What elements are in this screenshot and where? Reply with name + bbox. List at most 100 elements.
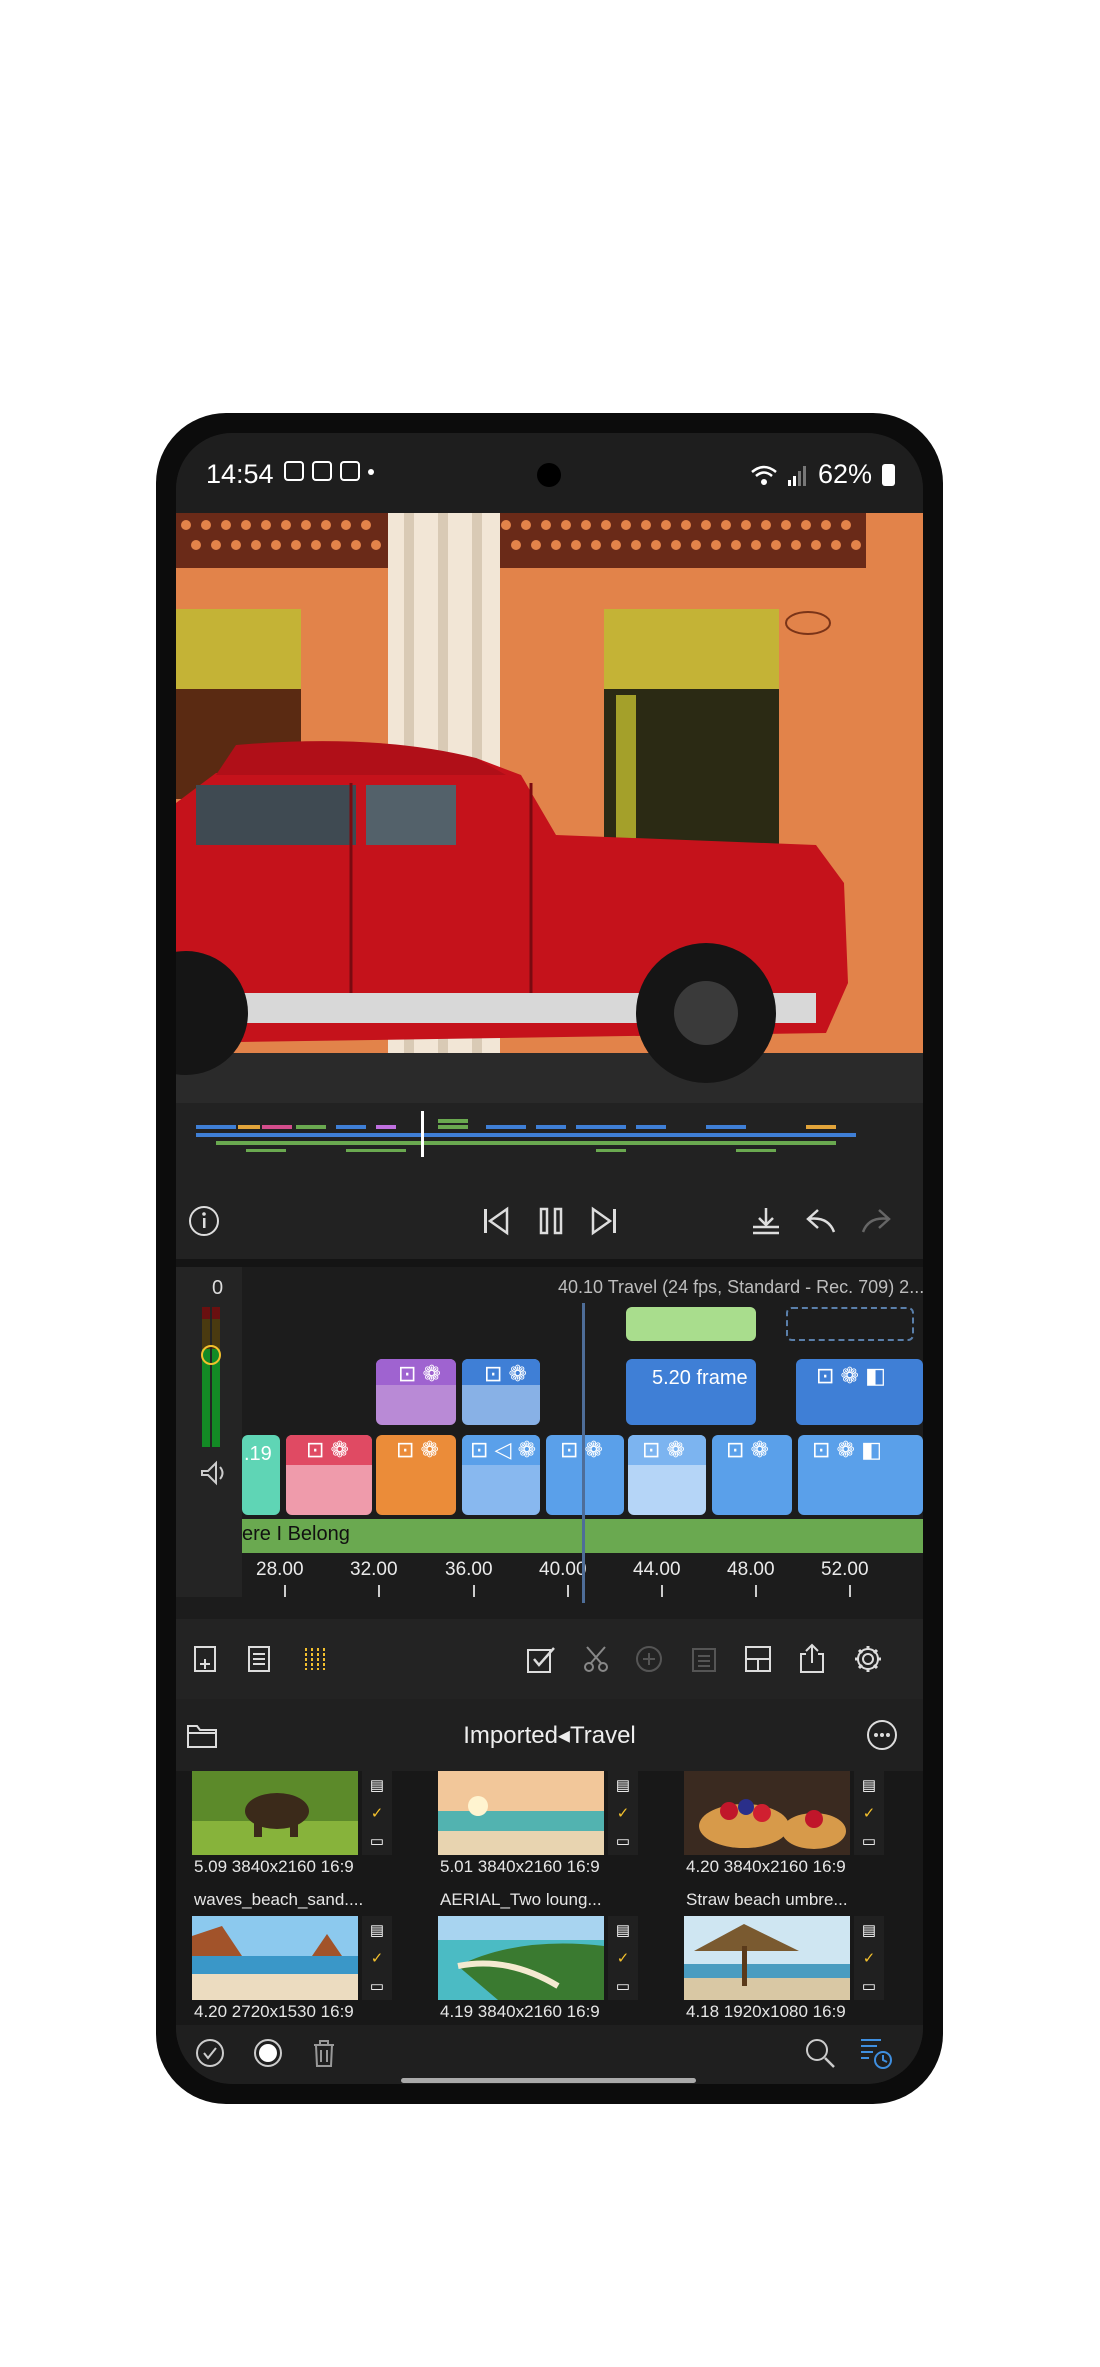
undo-icon[interactable]	[801, 1201, 841, 1241]
clip-meta: 4.20 2720x1530 16:9	[194, 2002, 354, 2021]
select-mode-icon[interactable]	[190, 2033, 230, 2073]
title-clip-top[interactable]	[626, 1307, 756, 1341]
timeline-view-icon[interactable]	[296, 1639, 336, 1679]
trash-icon[interactable]	[304, 2033, 344, 2073]
clip-thumbnail	[684, 1916, 850, 2000]
clip-badges: ▤ ✓ ▭	[854, 1916, 884, 2000]
wifi-icon	[751, 465, 777, 485]
status-time: 14:54	[206, 459, 274, 489]
settings-icon[interactable]	[848, 1639, 888, 1679]
paste-icon[interactable]	[684, 1639, 724, 1679]
connected-clip-blue[interactable]: ⊡ ❁	[462, 1359, 540, 1425]
skip-back-icon[interactable]	[476, 1201, 516, 1241]
timeline[interactable]: 0 40.10 Travel (24 fps, Standard - Rec. …	[176, 1267, 923, 1619]
edit-toolbar	[176, 1619, 923, 1699]
ruler-label: 40.00	[539, 1559, 587, 1580]
select-icon[interactable]	[521, 1639, 561, 1679]
clip-meta: 4.20 3840x2160 16:9	[686, 1857, 846, 1876]
media-clip[interactable]: ▤ ✓ ▭ 4.20 3840x2160 16:9	[684, 1771, 884, 1886]
primary-clip-teal[interactable]: .19	[242, 1435, 280, 1515]
media-clip[interactable]: AERIAL_Two loung... ▤ ✓ ▭ 4.19 3840x2160 1…	[438, 1890, 638, 2031]
film-icon: ▤	[369, 1777, 385, 1794]
clip-thumbnail	[684, 1771, 850, 1855]
primary-clip-blue-5[interactable]: ⊡ ❁ ◧	[798, 1435, 923, 1515]
connected-clip-purple[interactable]: ⊡ ❁	[376, 1359, 456, 1425]
clip-meta: 5.09 3840x2160 16:9	[194, 1857, 354, 1876]
ruler-label: 32.00	[350, 1559, 398, 1580]
gallery-icon	[284, 461, 304, 481]
ruler-tick	[378, 1585, 380, 1597]
effect-icon: ⊡ ❁	[642, 1437, 685, 1462]
primary-clip-blue-3[interactable]: ⊡ ❁	[628, 1435, 706, 1515]
effect-icon: ⊡ ◁ ❁	[470, 1437, 537, 1462]
title-clip[interactable]: 5.20 frame	[626, 1359, 756, 1425]
clip-badges: ▤ ✓ ▭	[362, 1916, 392, 2000]
notification-icons	[284, 461, 374, 481]
ruler-label: 48.00	[727, 1559, 775, 1580]
clip-name: waves_beach_sand....	[194, 1890, 364, 1909]
clip-meta: 4.19 3840x2160 16:9	[440, 2002, 600, 2021]
inspector-icon[interactable]	[186, 1639, 226, 1679]
search-icon[interactable]	[800, 2033, 840, 2073]
playhead[interactable]	[582, 1303, 585, 1603]
media-clip[interactable]: Straw beach umbre... ▤ ✓ ▭ 4.18 1920x1080 …	[684, 1890, 884, 2031]
screen: 14:54 62% 0 40.10 Travel (24 fps, Standa…	[176, 433, 923, 2084]
status-bar: 14:54 62%	[176, 433, 923, 513]
record-icon[interactable]	[248, 2033, 288, 2073]
primary-clip-blue-2[interactable]: ⊡ ❁	[546, 1435, 624, 1515]
list-view-icon[interactable]	[240, 1639, 280, 1679]
ruler-label: 52.00	[821, 1559, 869, 1580]
primary-clip-blue-4[interactable]: ⊡ ❁	[712, 1435, 792, 1515]
clip-thumbnail	[192, 1916, 358, 2000]
effect-icon: ⊡ ❁	[398, 1361, 441, 1386]
used-check-icon: ✓	[616, 1805, 630, 1822]
export-frame-icon[interactable]	[746, 1201, 786, 1241]
share-icon[interactable]	[792, 1639, 832, 1679]
ruler-label: 28.00	[256, 1559, 304, 1580]
battery-percent: 62%	[817, 459, 872, 489]
redo-icon[interactable]	[856, 1201, 896, 1241]
scissors-icon[interactable]	[576, 1639, 616, 1679]
media-clip[interactable]: ▤ ✓ ▭ 5.09 3840x2160 16:9	[192, 1771, 392, 1886]
ruler-tick	[849, 1585, 851, 1597]
timeline-overview[interactable]	[176, 1103, 923, 1181]
ruler-label: 36.00	[445, 1559, 493, 1580]
storage-icon: ▭	[615, 1978, 631, 1995]
effect-icon: ⊡ ❁	[306, 1437, 349, 1462]
used-check-icon: ✓	[616, 1950, 630, 1967]
primary-clip-orange[interactable]: ⊡ ❁	[376, 1435, 456, 1515]
primary-clip-blue-1[interactable]: ⊡ ◁ ❁	[462, 1435, 540, 1515]
media-clip[interactable]: waves_beach_sand.... ▤ ✓ ▭ 4.20 2720x1530 …	[192, 1890, 392, 2031]
effect-icon: ⊡ ❁	[484, 1361, 527, 1386]
storage-icon: ▭	[369, 1833, 385, 1850]
storage-icon: ▭	[369, 1978, 385, 1995]
storage-icon: ▭	[861, 1833, 877, 1850]
browser-title[interactable]: Imported◂Travel	[176, 1721, 923, 1750]
used-check-icon: ✓	[862, 1805, 876, 1822]
info-icon[interactable]	[184, 1201, 224, 1241]
title-clip-label: 5.20 frame	[652, 1367, 748, 1389]
clip-badges: ▤ ✓ ▭	[854, 1771, 884, 1855]
battery-icon	[882, 463, 895, 486]
layout-icon[interactable]	[738, 1639, 778, 1679]
home-indicator[interactable]	[401, 2078, 696, 2083]
sort-filter-icon[interactable]	[856, 2033, 896, 2073]
pause-icon[interactable]	[531, 1201, 571, 1241]
message-icon	[312, 461, 332, 481]
overview-strip	[196, 1111, 856, 1157]
browser-header: Imported◂Travel	[176, 1699, 923, 1771]
more-options-icon[interactable]	[862, 1715, 902, 1755]
skip-forward-icon[interactable]	[584, 1201, 624, 1241]
ruler-tick	[661, 1585, 663, 1597]
add-icon[interactable]	[629, 1639, 669, 1679]
phone-frame: 14:54 62% 0 40.10 Travel (24 fps, Standa…	[156, 413, 943, 2104]
browser-bottom-bar	[176, 2025, 923, 2084]
media-clip[interactable]: ▤ ✓ ▭ 5.01 3840x2160 16:9	[438, 1771, 638, 1886]
placeholder-clip[interactable]	[786, 1307, 914, 1341]
video-preview[interactable]	[176, 513, 923, 1103]
connected-clip-right[interactable]: ⊡ ❁ ◧	[796, 1359, 923, 1425]
film-icon: ▤	[615, 1922, 631, 1939]
primary-clip-pink[interactable]: ⊡ ❁	[286, 1435, 372, 1515]
more-notifications-icon	[368, 469, 374, 475]
storage-icon: ▭	[615, 1833, 631, 1850]
